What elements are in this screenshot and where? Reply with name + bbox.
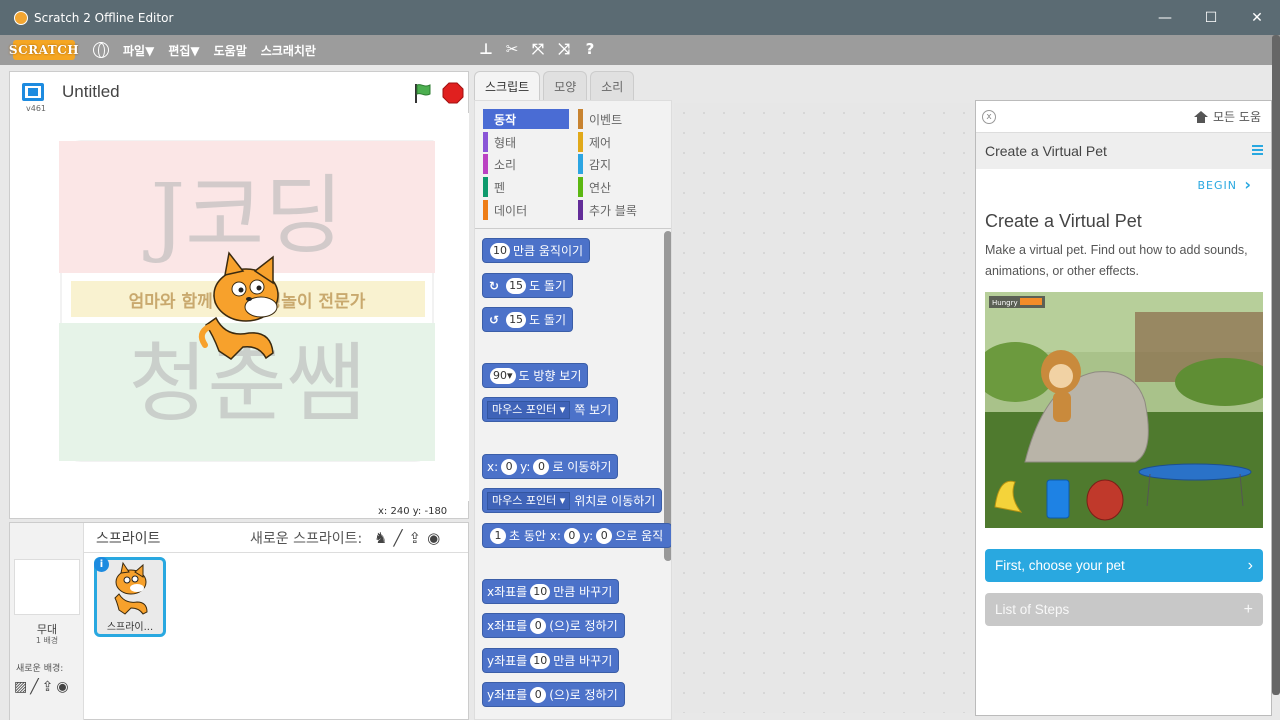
tab-costumes[interactable]: 모양 <box>543 71 588 100</box>
language-globe-icon[interactable] <box>93 42 109 58</box>
scratch-logo[interactable]: SCRATCH <box>9 40 79 60</box>
info-icon[interactable]: i <box>94 557 109 572</box>
paint-sprite-icon[interactable]: ╱ <box>393 529 402 547</box>
stage-selector: 무대 1 배경 새로운 배경: ▨ ╱ ⇪ ◉ <box>10 523 84 720</box>
first-step-button[interactable]: First, choose your pet › <box>985 549 1263 582</box>
sprite-tile[interactable]: i 스프라이... <box>94 557 166 637</box>
watermark-bottom: 청춘쌤 <box>128 334 365 434</box>
green-flag-icon[interactable] <box>412 82 434 104</box>
block-go-to-xy[interactable]: x: 0 y: 0 로 이동하기 <box>482 454 619 479</box>
home-icon <box>1194 110 1209 123</box>
duplicate-stamp-icon[interactable]: ⊥ <box>478 40 494 58</box>
paint-brush-icon[interactable]: ╱ <box>30 679 38 695</box>
block-turn-right[interactable]: ↻ 15 도 돌기 <box>482 273 573 298</box>
version-label: v461 <box>26 104 47 113</box>
help-question-icon[interactable]: ? <box>582 40 598 58</box>
category-motion[interactable]: 동작 <box>483 109 569 129</box>
new-backdrop-label: 새로운 배경: <box>16 664 64 674</box>
tab-scripts[interactable]: 스크립트 <box>474 71 541 100</box>
rotate-left-icon: ↺ <box>489 312 500 327</box>
chevron-right-icon[interactable]: › <box>1244 175 1251 194</box>
window-title: Scratch 2 Offline Editor <box>34 10 174 25</box>
backdrop-library-icon[interactable]: ▨ <box>14 679 27 695</box>
plus-icon: + <box>1243 600 1253 618</box>
tab-sounds[interactable]: 소리 <box>590 71 635 100</box>
close-help-icon[interactable]: x <box>982 109 996 124</box>
sprite-name: 스프라이... <box>106 622 154 633</box>
window-titlebar: Scratch 2 Offline Editor — ☐ ✕ <box>0 0 1280 35</box>
menu-edit[interactable]: 편집▼ <box>168 42 199 59</box>
block-point-towards[interactable]: 마우스 포인터 ▾ 쪽 보기 <box>482 397 619 422</box>
category-operators[interactable]: 연산 <box>578 177 666 197</box>
chevron-right-icon: › <box>1247 556 1253 574</box>
window-scrollbar[interactable] <box>1272 35 1280 695</box>
category-data[interactable]: 데이터 <box>483 200 571 220</box>
close-button[interactable]: ✕ <box>1234 0 1280 35</box>
palette-scrollbar[interactable] <box>664 231 671 561</box>
category-control[interactable]: 제어 <box>578 132 666 152</box>
category-more-blocks[interactable]: 추가 블록 <box>578 200 666 220</box>
rotate-right-icon: ↻ <box>489 278 500 293</box>
block-set-y[interactable]: y좌표를 0 (으)로 정하기 <box>482 682 625 707</box>
svg-text:Hungry: Hungry <box>992 299 1018 307</box>
block-palette: 동작 형태 소리 펜 데이터 이벤트 제어 감지 연산 추가 블록 10 만큼 움… <box>474 100 672 720</box>
category-looks[interactable]: 형태 <box>483 132 571 152</box>
begin-link[interactable]: BEGIN <box>1198 179 1238 192</box>
block-go-to[interactable]: 마우스 포인터 ▾ 위치로 이동하기 <box>482 488 663 513</box>
category-events[interactable]: 이벤트 <box>578 109 666 129</box>
menu-about[interactable]: 스크래치란 <box>261 42 316 59</box>
list-of-steps-button[interactable]: List of Steps + <box>985 593 1263 626</box>
shrink-icon[interactable]: ⤨ <box>556 40 572 58</box>
editor-tabs: 스크립트 모양 소리 <box>474 71 635 100</box>
block-glide[interactable]: 1초 동안 x: 0 y: 0 으로 움직 <box>482 523 671 548</box>
stop-sign-icon[interactable] <box>442 82 464 104</box>
block-move[interactable]: 10 만큼 움직이기 <box>482 238 591 263</box>
camera-sprite-icon[interactable]: ◉ <box>427 529 440 547</box>
upload-sprite-icon[interactable]: ⇪ <box>408 529 421 547</box>
camera-icon[interactable]: ◉ <box>56 679 68 695</box>
help-heading: Create a Virtual Pet <box>985 211 1142 231</box>
block-turn-left[interactable]: ↺ 15 도 돌기 <box>482 307 573 332</box>
menubar: SCRATCH 파일▼ 편집▼ 도움말 스크래치란 <box>0 35 1280 65</box>
help-panel: x 모든 도움 Create a Virtual Pet BEGIN › Cre… <box>975 100 1272 716</box>
script-area[interactable] <box>674 103 976 713</box>
category-sensing[interactable]: 감지 <box>578 154 666 174</box>
minimize-button[interactable]: — <box>1142 0 1188 35</box>
category-sound[interactable]: 소리 <box>483 154 571 174</box>
hamburger-menu-icon[interactable] <box>1252 145 1263 155</box>
watermark-top: J코딩 <box>143 166 344 266</box>
maximize-button[interactable]: ☐ <box>1188 0 1234 35</box>
help-description: Make a virtual pet. Find out how to add … <box>985 243 1248 278</box>
toolbar: ⊥ ✂ ⤧ ⤨ ? <box>478 40 598 58</box>
upload-icon[interactable]: ⇪ <box>42 679 54 695</box>
sprites-header: 스프라이트 <box>96 530 161 547</box>
block-change-x[interactable]: x좌표를 10 만큼 바꾸기 <box>482 579 620 604</box>
menu-help[interactable]: 도움말 <box>214 42 247 59</box>
category-list: 동작 형태 소리 펜 데이터 이벤트 제어 감지 연산 추가 블록 <box>475 101 671 229</box>
stage-thumbnail[interactable] <box>14 559 80 615</box>
all-help-link[interactable]: 모든 도움 <box>1194 108 1261 125</box>
block-change-y[interactable]: y좌표를 10 만큼 바꾸기 <box>482 648 620 673</box>
backdrop-count: 1 배경 <box>35 636 59 645</box>
tutorial-image: Hungry <box>985 292 1263 528</box>
help-title-bar: Create a Virtual Pet <box>976 133 1271 169</box>
cut-scissors-icon[interactable]: ✂ <box>504 40 520 58</box>
block-point-in-direction[interactable]: 90▾ 도 방향 보기 <box>482 363 589 388</box>
sprite-panel: 무대 1 배경 새로운 배경: ▨ ╱ ⇪ ◉ 스프라이트 새로운 스프라이트:… <box>9 522 469 720</box>
mouse-coordinates: x: 240 y: -180 <box>378 506 448 517</box>
grow-icon[interactable]: ⤧ <box>530 40 546 58</box>
stage-canvas[interactable]: J코딩 엄마와 함께하는 코딩놀이 전문가 청춘쌤 <box>11 113 469 501</box>
presentation-mode-icon[interactable] <box>22 83 44 101</box>
menu-file[interactable]: 파일▼ <box>123 42 154 59</box>
project-title[interactable]: Untitled <box>62 82 120 102</box>
stage-panel: v461 Untitled J코딩 엄마와 함께하는 코딩놀이 전문가 청춘쌤 <box>9 71 469 519</box>
category-pen[interactable]: 펜 <box>483 177 571 197</box>
sprite-library-icon[interactable]: ♞ <box>374 529 387 547</box>
block-set-x[interactable]: x좌표를 0 (으)로 정하기 <box>482 613 625 638</box>
new-sprite-label: 새로운 스프라이트: <box>250 530 363 547</box>
scratch-app-icon <box>14 10 28 25</box>
